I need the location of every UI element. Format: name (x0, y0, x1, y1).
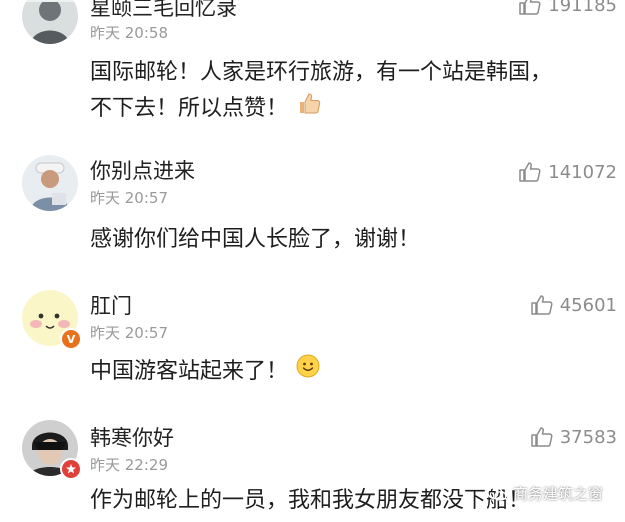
thumbs-up-icon (519, 162, 541, 182)
like-button[interactable]: 37583 (530, 424, 617, 450)
like-count: 191185 (548, 0, 617, 16)
comment-text: 中国游客站起来了！ (90, 354, 320, 389)
comment-feed: 星颐三毛回忆录 昨天 20:58 191185 国际邮轮！人家是环行旅游，有一个… (0, 0, 625, 522)
comment-text: 感谢你们给中国人长脸了，谢谢！ (90, 223, 420, 257)
comment-text-line: 感谢你们给中国人长脸了，谢谢！ (90, 227, 421, 252)
thumbs-up-icon (530, 427, 553, 447)
username[interactable]: 星颐三毛回忆录 (90, 0, 237, 22)
username[interactable]: 肛门 (90, 290, 132, 320)
comment-text-line: 国际邮轮！人家是环行旅游，有一个站是韩国， (90, 60, 553, 85)
like-button[interactable]: 191185 (518, 0, 617, 18)
comment-item: V 肛门 昨天 20:57 45601 中国游客站起来了！ (0, 280, 625, 405)
like-button[interactable]: 45601 (530, 292, 617, 318)
thumbs-up-icon (530, 295, 553, 315)
comment-text-line: 中国游客站起来了！ (90, 358, 289, 384)
like-count: 37583 (559, 426, 617, 448)
like-count: 45601 (559, 294, 617, 316)
timestamp: 昨天 20:57 (90, 324, 168, 342)
username[interactable]: 韩寒你好 (90, 422, 174, 452)
thumbs-up-emoji (296, 90, 322, 127)
avatar[interactable] (22, 0, 78, 44)
comment-text-line: 不下去！所以点赞！ (90, 95, 289, 121)
comment-item: 你别点进来 昨天 20:57 141072 感谢你们给中国人长脸了，谢谢！ (0, 145, 625, 280)
timestamp: 昨天 20:58 (90, 24, 168, 42)
avatar[interactable] (22, 155, 78, 211)
wechat-icon (487, 486, 507, 501)
comment-text: 国际邮轮！人家是环行旅游，有一个站是韩国， 不下去！所以点赞！ (90, 56, 552, 127)
timestamp: 昨天 22:29 (90, 456, 168, 474)
watermark: 商务建筑之窗 (487, 483, 603, 504)
smile-emoji (296, 354, 320, 389)
like-button[interactable]: 141072 (518, 159, 617, 185)
comment-item: 韩寒你好 昨天 22:29 37583 作为邮轮上的一员，我和我女朋友都没下船！ (0, 410, 625, 522)
verified-badge: V (60, 328, 82, 350)
verified-badge (60, 458, 82, 480)
username[interactable]: 你别点进来 (90, 155, 195, 185)
comment-item: 星颐三毛回忆录 昨天 20:58 191185 国际邮轮！人家是环行旅游，有一个… (0, 0, 625, 140)
like-count: 141072 (548, 161, 617, 183)
watermark-text: 商务建筑之窗 (512, 485, 603, 503)
timestamp: 昨天 20:57 (90, 189, 168, 207)
comment-text-line: 作为邮轮上的一员，我和我女朋友都没下船！ (90, 488, 531, 513)
thumbs-up-icon (519, 0, 541, 15)
comment-text: 作为邮轮上的一员，我和我女朋友都没下船！ (90, 484, 530, 518)
